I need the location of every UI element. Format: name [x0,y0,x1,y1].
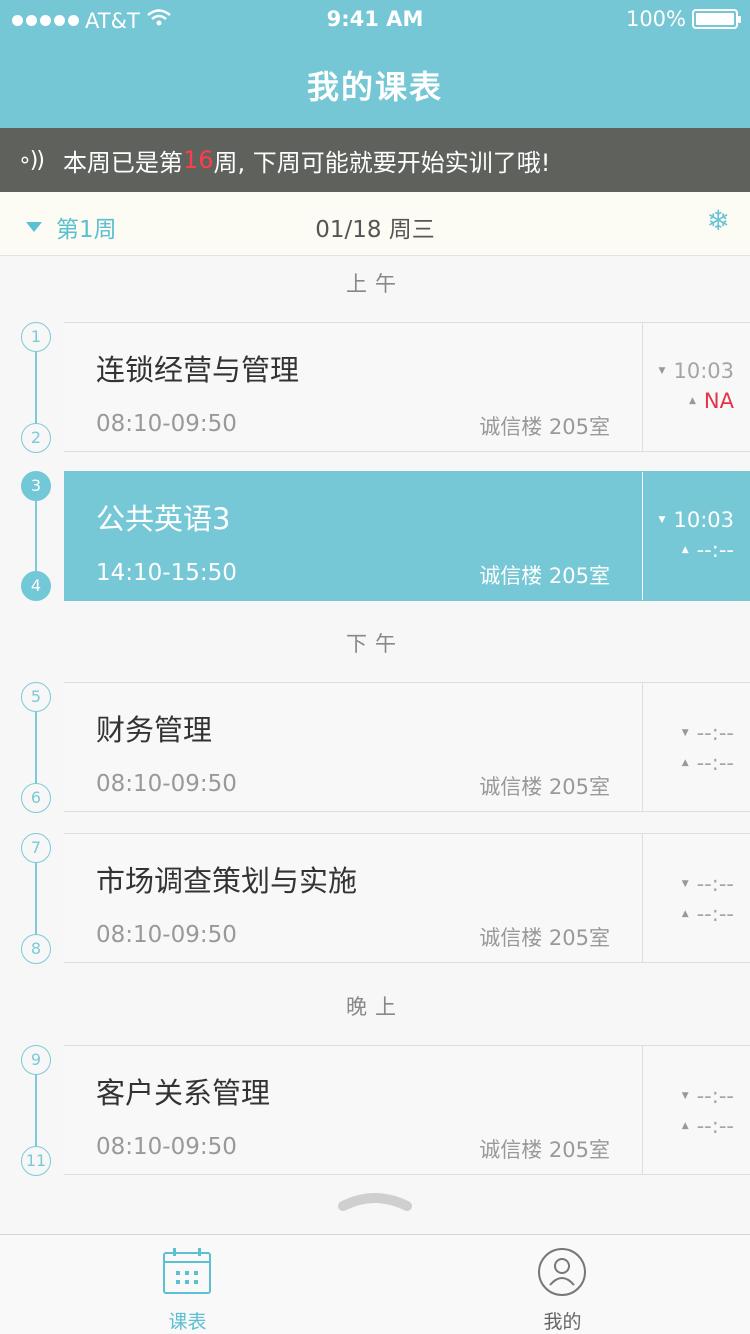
attendance-panel: ▼ 10:03 ▲ --:-- [644,472,750,600]
course-time: 08:10-09:50 [96,1134,237,1160]
period-end-badge: 2 [21,423,51,453]
attendance-panel: ▼ 10:03 ▲ NA [644,323,750,451]
tab-mine[interactable]: 我的 [375,1235,750,1334]
checkin-arrow-icon: ▼ [681,1091,689,1101]
period-start-badge: 3 [21,471,51,501]
attendance-panel: ▼ --:-- ▲ --:-- [644,683,750,811]
current-date: 01/18 周三 [315,217,435,243]
course-name: 连锁经营与管理 [96,353,300,387]
course-name: 财务管理 [96,713,213,747]
drawer-handle-icon[interactable] [337,1190,413,1214]
checkout-arrow-icon: ▲ [681,1121,689,1131]
battery-percent: 100% [625,7,686,31]
course-time: 08:10-09:50 [96,771,237,797]
checkout-time: --:-- [696,1114,734,1138]
course-room: 诚信楼 205室 [479,564,610,588]
course-room: 诚信楼 205室 [479,415,610,439]
checkin-time: --:-- [696,872,734,896]
tab-schedule[interactable]: 课表 [0,1235,375,1334]
notice-banner[interactable]: ∘)) 本周已是第 16 周, 下周可能就要开始实训了哦! [0,128,750,192]
tab-schedule-label: 课表 [168,1311,207,1333]
status-bar: AT&T 9:41 AM 100% [0,0,750,40]
checkin-arrow-icon: ▼ [681,879,689,889]
section-afternoon: 下午 [346,632,404,656]
checkout-time: --:-- [696,751,734,775]
course-name: 客户关系管理 [96,1076,271,1110]
course-card[interactable]: 市场调查策划与实施 08:10-09:50 诚信楼 205室 ▼ --:-- ▲ -… [64,833,750,963]
calendar-icon [163,1248,211,1294]
period-start-badge: 9 [21,1045,51,1075]
period-start-badge: 7 [21,833,51,863]
snowflake-icon[interactable]: ❄ [707,204,730,237]
period-end-badge: 6 [21,783,51,813]
course-card-current[interactable]: 公共英语3 14:10-15:50 诚信楼 205室 ▼ 10:03 ▲ --:-- [64,471,750,601]
course-room: 诚信楼 205室 [479,1138,610,1162]
course-time: 08:10-09:50 [96,411,237,437]
checkin-time: 10:03 [673,359,734,383]
tab-mine-label: 我的 [543,1311,582,1333]
period-end-badge: 8 [21,934,51,964]
checkin-time: --:-- [696,721,734,745]
checkout-arrow-icon: ▲ [681,545,689,555]
notice-suffix: 周, 下周可能就要开始实训了哦! [213,148,551,177]
tab-bar: 课表 我的 [0,1234,750,1334]
checkout-arrow-icon: ▲ [681,909,689,919]
checkin-time: 10:03 [673,508,734,532]
period-start-badge: 5 [21,682,51,712]
section-morning: 上午 [346,272,404,296]
notice-week-number: 16 [182,146,214,174]
user-icon [538,1248,586,1296]
attendance-panel: ▼ --:-- ▲ --:-- [644,834,750,962]
course-time: 14:10-15:50 [96,560,237,586]
checkin-time: --:-- [696,1084,734,1108]
section-evening: 晚上 [346,995,404,1019]
checkin-arrow-icon: ▼ [658,366,666,376]
course-card[interactable]: 连锁经营与管理 08:10-09:50 诚信楼 205室 ▼ 10:03 ▲ NA [64,322,750,452]
speaker-icon: ∘)) [18,147,45,173]
checkout-time: NA [703,389,734,413]
course-name: 市场调查策划与实施 [96,864,358,898]
header: AT&T 9:41 AM 100% 我的课表 [0,0,750,128]
checkin-arrow-icon: ▼ [658,515,666,525]
course-room: 诚信楼 205室 [479,926,610,950]
course-time: 08:10-09:50 [96,922,237,948]
battery-icon [692,9,741,29]
period-start-badge: 1 [21,322,51,352]
course-card[interactable]: 客户关系管理 08:10-09:50 诚信楼 205室 ▼ --:-- ▲ --:-… [64,1045,750,1175]
checkout-time: --:-- [696,902,734,926]
course-card[interactable]: 财务管理 08:10-09:50 诚信楼 205室 ▼ --:-- ▲ --:-- [64,682,750,812]
checkin-arrow-icon: ▼ [681,728,689,738]
period-end-badge: 11 [21,1146,51,1176]
course-room: 诚信楼 205室 [479,775,610,799]
week-bar: 第1周 01/18 周三 ❄ [0,192,750,256]
attendance-panel: ▼ --:-- ▲ --:-- [644,1046,750,1174]
checkout-arrow-icon: ▲ [689,396,696,406]
checkout-arrow-icon: ▲ [681,758,689,768]
course-name: 公共英语3 [96,502,231,536]
notice-prefix: 本周已是第 [62,148,183,177]
period-end-badge: 4 [21,571,51,601]
checkout-time: --:-- [696,538,734,562]
page-title: 我的课表 [306,68,443,106]
